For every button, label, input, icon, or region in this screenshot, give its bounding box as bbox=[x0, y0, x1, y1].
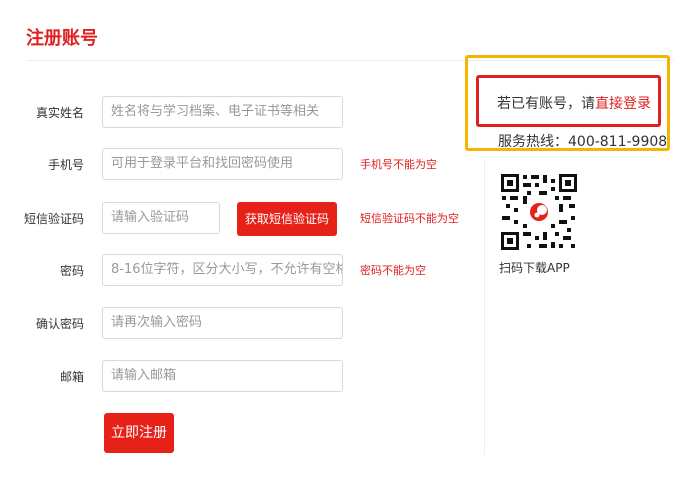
confirm-password-label: 确认密码 bbox=[35, 317, 84, 331]
form-row-sms-code: 短信验证码 请输入验证码 获取短信验证码 短信验证码不能为空 bbox=[0, 202, 480, 236]
sms-code-label: 短信验证码 bbox=[23, 212, 84, 226]
sms-code-input[interactable]: 请输入验证码 bbox=[102, 202, 220, 234]
login-prompt-text: 若已有账号，请 bbox=[497, 96, 595, 112]
confirm-password-input[interactable]: 请再次输入密码 bbox=[102, 307, 343, 339]
phone-label: 手机号 bbox=[47, 158, 84, 172]
password-label: 密码 bbox=[59, 264, 84, 278]
form-row-password: 密码 8-16位字符，区分大小写，不允许有空格 密码不能为空 bbox=[0, 254, 480, 288]
form-row-email: 邮箱 请输入邮箱 bbox=[0, 360, 360, 394]
qr-code-icon bbox=[499, 172, 579, 252]
email-input[interactable]: 请输入邮箱 bbox=[102, 360, 343, 392]
register-button[interactable]: 立即注册 bbox=[104, 413, 174, 453]
email-label: 邮箱 bbox=[59, 370, 84, 384]
direct-login-link[interactable]: 直接登录 bbox=[595, 96, 651, 112]
form-row-real-name: 真实姓名 姓名将与学习档案、电子证书等相关 bbox=[0, 96, 360, 130]
password-error: 密码不能为空 bbox=[360, 264, 426, 277]
column-divider bbox=[484, 160, 485, 455]
form-row-confirm-password: 确认密码 请再次输入密码 bbox=[0, 307, 360, 341]
real-name-input[interactable]: 姓名将与学习档案、电子证书等相关 bbox=[102, 96, 343, 128]
sms-code-error: 短信验证码不能为空 bbox=[360, 212, 459, 225]
phone-input[interactable]: 可用于登录平台和找回密码使用 bbox=[102, 148, 343, 180]
phone-error: 手机号不能为空 bbox=[360, 158, 437, 171]
qr-caption: 扫码下载APP bbox=[499, 261, 570, 275]
form-row-phone: 手机号 可用于登录平台和找回密码使用 手机号不能为空 bbox=[0, 148, 480, 182]
service-hotline: 服务热线：400-811-9908 bbox=[498, 134, 668, 150]
registration-panel: 注册账号 真实姓名 姓名将与学习档案、电子证书等相关 手机号 可用于登录平台和找… bbox=[0, 0, 700, 502]
login-prompt: 若已有账号，请直接登录 bbox=[497, 93, 651, 113]
real-name-label: 真实姓名 bbox=[35, 106, 84, 120]
page-title: 注册账号 bbox=[26, 28, 98, 49]
get-sms-code-button[interactable]: 获取短信验证码 bbox=[237, 202, 337, 236]
password-input[interactable]: 8-16位字符，区分大小写，不允许有空格 bbox=[102, 254, 343, 286]
